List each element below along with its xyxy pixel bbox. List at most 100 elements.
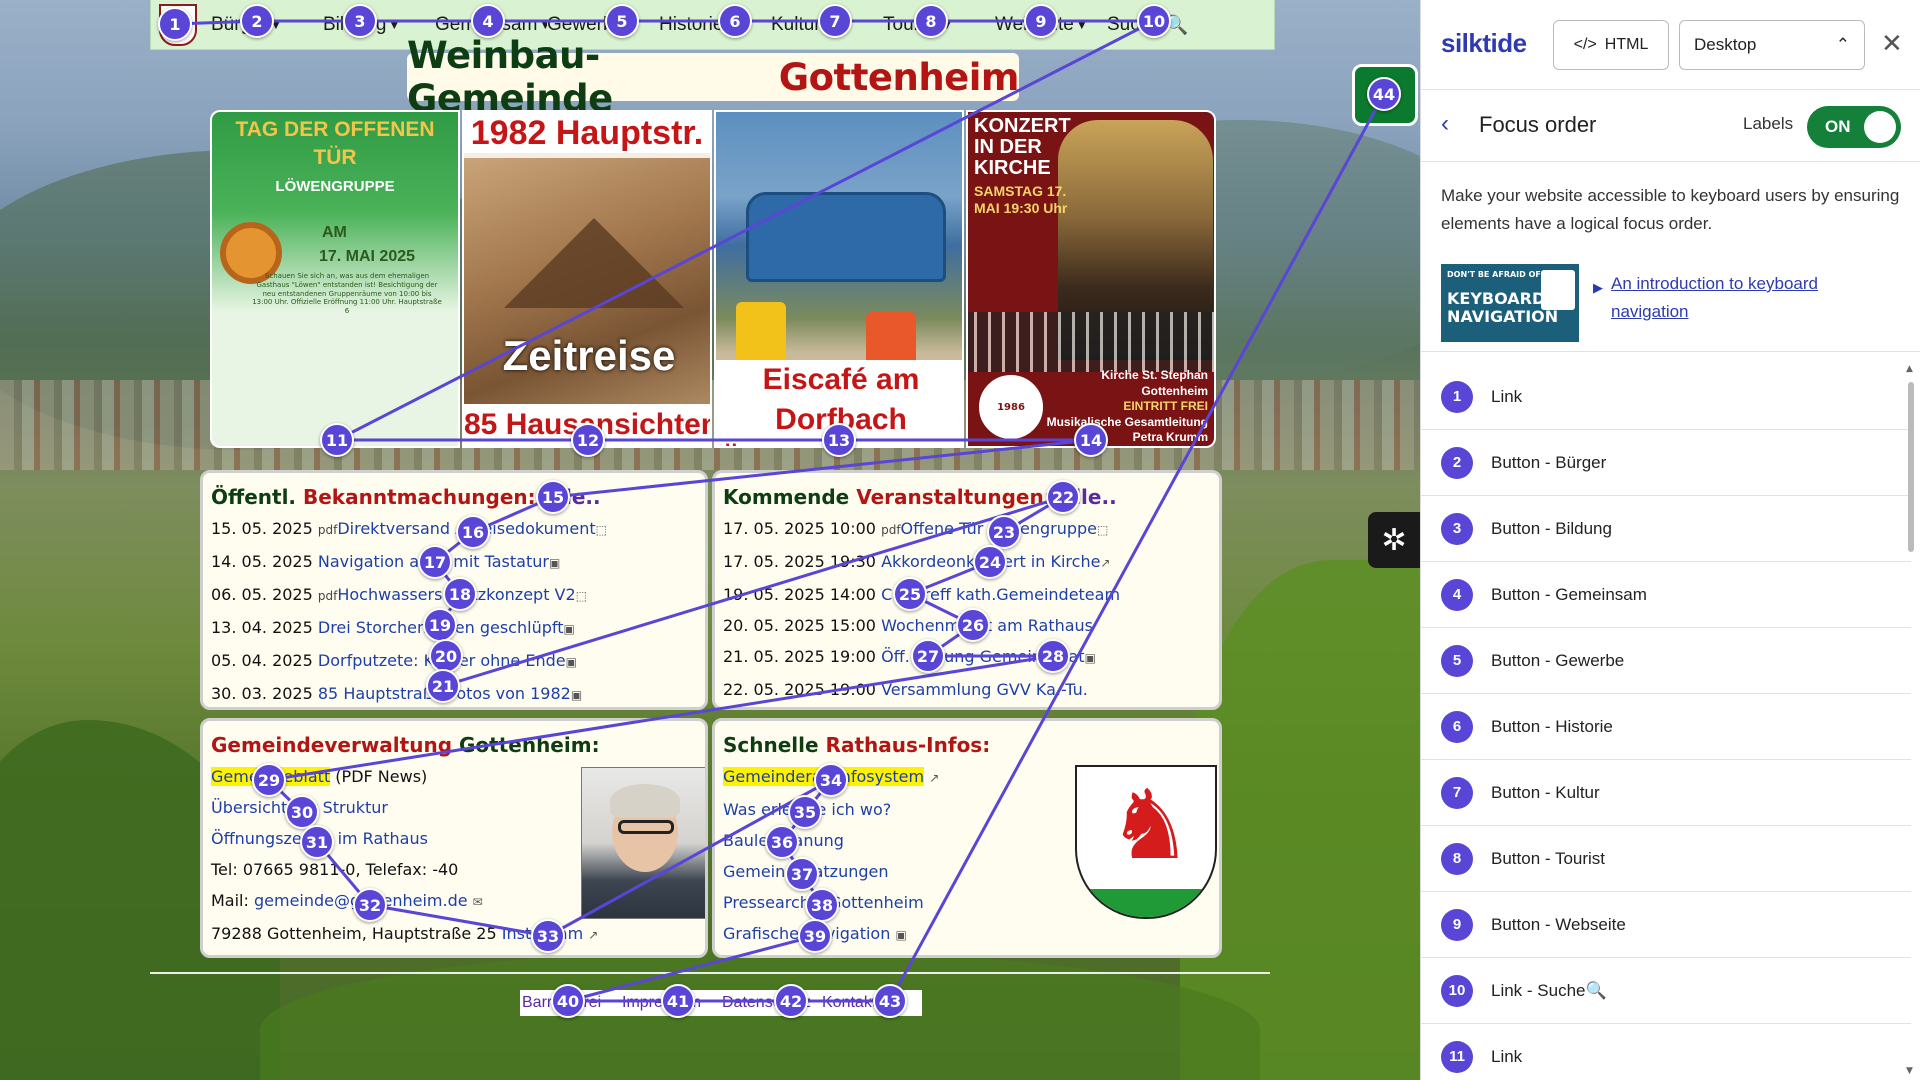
footer-link-contact[interactable]: Kontakt bbox=[822, 994, 922, 1012]
focus-order-badge: 42 bbox=[774, 984, 808, 1018]
back-arrow-icon[interactable]: ‹ bbox=[1441, 110, 1449, 138]
focus-order-badge: 2 bbox=[240, 4, 274, 38]
image-icon: ▣ bbox=[548, 556, 561, 570]
focus-order-badge: 3 bbox=[343, 4, 377, 38]
device-select-value: Desktop bbox=[1694, 35, 1757, 54]
banner-heading: KONZERT IN DER KIRCHE bbox=[974, 115, 1071, 179]
panel-scrollbar[interactable] bbox=[1908, 372, 1914, 1052]
banner-concert[interactable]: KONZERT IN DER KIRCHE SAMSTAG 17. MAI 19… bbox=[966, 110, 1216, 448]
code-icon: </> bbox=[1573, 36, 1597, 53]
section-title: Focus order bbox=[1479, 112, 1597, 137]
nav-button-gewerbe[interactable]: Gewerbe▼ bbox=[547, 14, 659, 36]
announcements-heading: Öffentl. Bekanntmachungen: Alle.. bbox=[211, 485, 601, 509]
external-link-icon: ↗ bbox=[588, 928, 599, 942]
focus-order-badge: 41 bbox=[661, 984, 695, 1018]
focus-order-badge: 36 bbox=[765, 825, 799, 859]
list-item: 79288 Gottenheim, Hauptstraße 25 Instagr… bbox=[211, 918, 697, 951]
chair-shape bbox=[736, 302, 786, 362]
focus-order-badge: 24 bbox=[973, 545, 1007, 579]
mail-label: Mail: bbox=[211, 891, 254, 910]
view-html-button[interactable]: </> HTML bbox=[1553, 20, 1669, 70]
focus-order-badge: 8 bbox=[914, 4, 948, 38]
scroll-down-arrow-icon[interactable]: ▼ bbox=[1906, 1066, 1913, 1076]
focus-order-badge: 15 bbox=[536, 480, 570, 514]
focus-order-badge: 26 bbox=[956, 608, 990, 642]
focus-item-label: Button - Webseite bbox=[1491, 914, 1626, 934]
labels-toggle[interactable]: ON bbox=[1807, 106, 1901, 148]
intro-resource: DON'T BE AFRAID OF KEYBOARD NAVIGATION ▶… bbox=[1421, 254, 1920, 352]
play-triangle-icon: ▶ bbox=[1593, 280, 1603, 295]
external-link-icon: ↗ bbox=[1100, 556, 1111, 570]
focus-order-item[interactable]: 5 Button - Gewerbe bbox=[1421, 628, 1911, 694]
focus-order-badge: 7 bbox=[818, 4, 852, 38]
announcement-row: 14. 05. 2025 Navigation auch mit Tastatu… bbox=[211, 546, 697, 579]
focus-order-item[interactable]: 9 Button - Webseite bbox=[1421, 892, 1911, 958]
dropdown-caret-icon: ▼ bbox=[388, 17, 401, 32]
banner-small-text: Schauen Sie sich an, was aus dem ehemali… bbox=[252, 272, 442, 315]
focus-order-item[interactable]: 2 Button - Bürger bbox=[1421, 430, 1911, 496]
banner-footer: Kirche St. Stephan Gottenheim EINTRITT F… bbox=[1038, 368, 1208, 446]
intro-keyboard-link[interactable]: An introduction to keyboard navigation bbox=[1611, 270, 1881, 326]
pdf-tag: pdf bbox=[317, 589, 338, 603]
keyboard-navigation-thumbnail[interactable]: DON'T BE AFRAID OF KEYBOARD NAVIGATION bbox=[1441, 264, 1579, 342]
row-date: 14. 05. 2025 bbox=[211, 552, 313, 571]
banner-zeitreise[interactable]: 1982 Hauptstr. Zeitreise 85 Hausansichte… bbox=[462, 110, 712, 448]
address-text: 79288 Gottenheim, Hauptstraße 25 bbox=[211, 924, 502, 943]
banner-eiscafe[interactable]: Eiscafé am Dorfbach Öffnungszeiten... bbox=[714, 110, 964, 448]
silktide-logo-icon: ✲ bbox=[1381, 522, 1407, 558]
focus-order-item[interactable]: 10 Link - Suche🔍 bbox=[1421, 958, 1911, 1024]
order-number-badge: 6 bbox=[1441, 710, 1473, 743]
list-item: Grafische Navigation ▣ bbox=[723, 918, 1211, 951]
focus-order-item[interactable]: 6 Button - Historie bbox=[1421, 694, 1911, 760]
focus-item-label: Button - Historie bbox=[1491, 716, 1613, 736]
order-number-badge: 3 bbox=[1441, 512, 1473, 545]
event-link[interactable]: Versammlung GVV Ka.-Tu. bbox=[881, 680, 1088, 699]
focus-order-item[interactable]: 3 Button - Bildung bbox=[1421, 496, 1911, 562]
panel-header: silktide </> HTML Desktop ⌃ ✕ bbox=[1421, 0, 1920, 90]
image-icon: ▣ bbox=[565, 655, 577, 669]
focus-order-item[interactable]: 8 Button - Tourist bbox=[1421, 826, 1911, 892]
focus-item-label: Link bbox=[1491, 386, 1523, 406]
focus-order-item[interactable]: 7 Button - Kultur bbox=[1421, 760, 1911, 826]
events-box: Kommende Veranstaltungen: Alle.. 17. 05.… bbox=[712, 470, 1222, 710]
order-number-badge: 4 bbox=[1441, 578, 1473, 611]
focus-order-badge: 30 bbox=[285, 795, 319, 829]
focus-item-label: Link - Suche🔍 bbox=[1491, 980, 1607, 1000]
nav-button-historie[interactable]: Historie▼ bbox=[659, 14, 771, 36]
focus-item-label: Link bbox=[1491, 1046, 1523, 1066]
focus-order-badge: 20 bbox=[429, 639, 463, 673]
focus-order-item[interactable]: 4 Button - Gemeinsam bbox=[1421, 562, 1911, 628]
mayor-portrait bbox=[581, 767, 705, 919]
device-select[interactable]: Desktop ⌃ bbox=[1679, 20, 1865, 70]
image-icon: ▣ bbox=[563, 622, 575, 636]
row-date: 06. 05. 2025 bbox=[211, 585, 313, 604]
focus-order-badge: 6 bbox=[718, 4, 752, 38]
toggle-knob bbox=[1864, 111, 1896, 143]
silktide-panel: silktide </> HTML Desktop ⌃ ✕ ‹ Focus orde… bbox=[1420, 0, 1920, 1080]
food-truck-photo bbox=[746, 192, 946, 282]
focus-order-item[interactable]: 11 Link bbox=[1421, 1024, 1911, 1080]
keyboard-key-icon bbox=[1541, 270, 1575, 310]
focus-order-badge: 40 bbox=[551, 984, 585, 1018]
banner-heading: TAG DER OFFENEN TÜR bbox=[235, 118, 435, 170]
row-datetime: 21. 05. 2025 19:00 bbox=[723, 647, 876, 666]
view-html-label: HTML bbox=[1604, 36, 1649, 53]
silktide-toggle-tab[interactable]: ✲ bbox=[1368, 512, 1420, 568]
nav-button-bildung[interactable]: Bildung▼ bbox=[323, 14, 435, 36]
silktide-logo: silktide bbox=[1441, 28, 1527, 58]
banner-open-house[interactable]: TAG DER OFFENEN TÜR LÖWENGRUPPE AM 17. M… bbox=[210, 110, 460, 448]
focus-order-badge: 4 bbox=[471, 4, 505, 38]
image-icon: ▣ bbox=[895, 928, 907, 942]
focus-order-item[interactable]: 1 Link bbox=[1421, 364, 1911, 430]
focus-item-label: Button - Gewerbe bbox=[1491, 650, 1625, 670]
focus-order-badge: 39 bbox=[798, 919, 832, 953]
dropdown-caret-icon: ▼ bbox=[1075, 17, 1088, 32]
orchestra-photo bbox=[968, 312, 1214, 372]
close-icon[interactable]: ✕ bbox=[1881, 28, 1903, 59]
focus-order-badge: 9 bbox=[1024, 4, 1058, 38]
gemeindeblatt-note: (PDF News) bbox=[330, 767, 428, 786]
administration-heading: Gemeindeverwaltung Gottenheim: bbox=[211, 733, 600, 757]
image-icon: ▣ bbox=[570, 688, 583, 702]
focus-order-badge: 13 bbox=[822, 423, 856, 457]
focus-order-list: 1 Link 2 Button - Bürger 3 Button - Bildung 4 B… bbox=[1421, 364, 1911, 1080]
